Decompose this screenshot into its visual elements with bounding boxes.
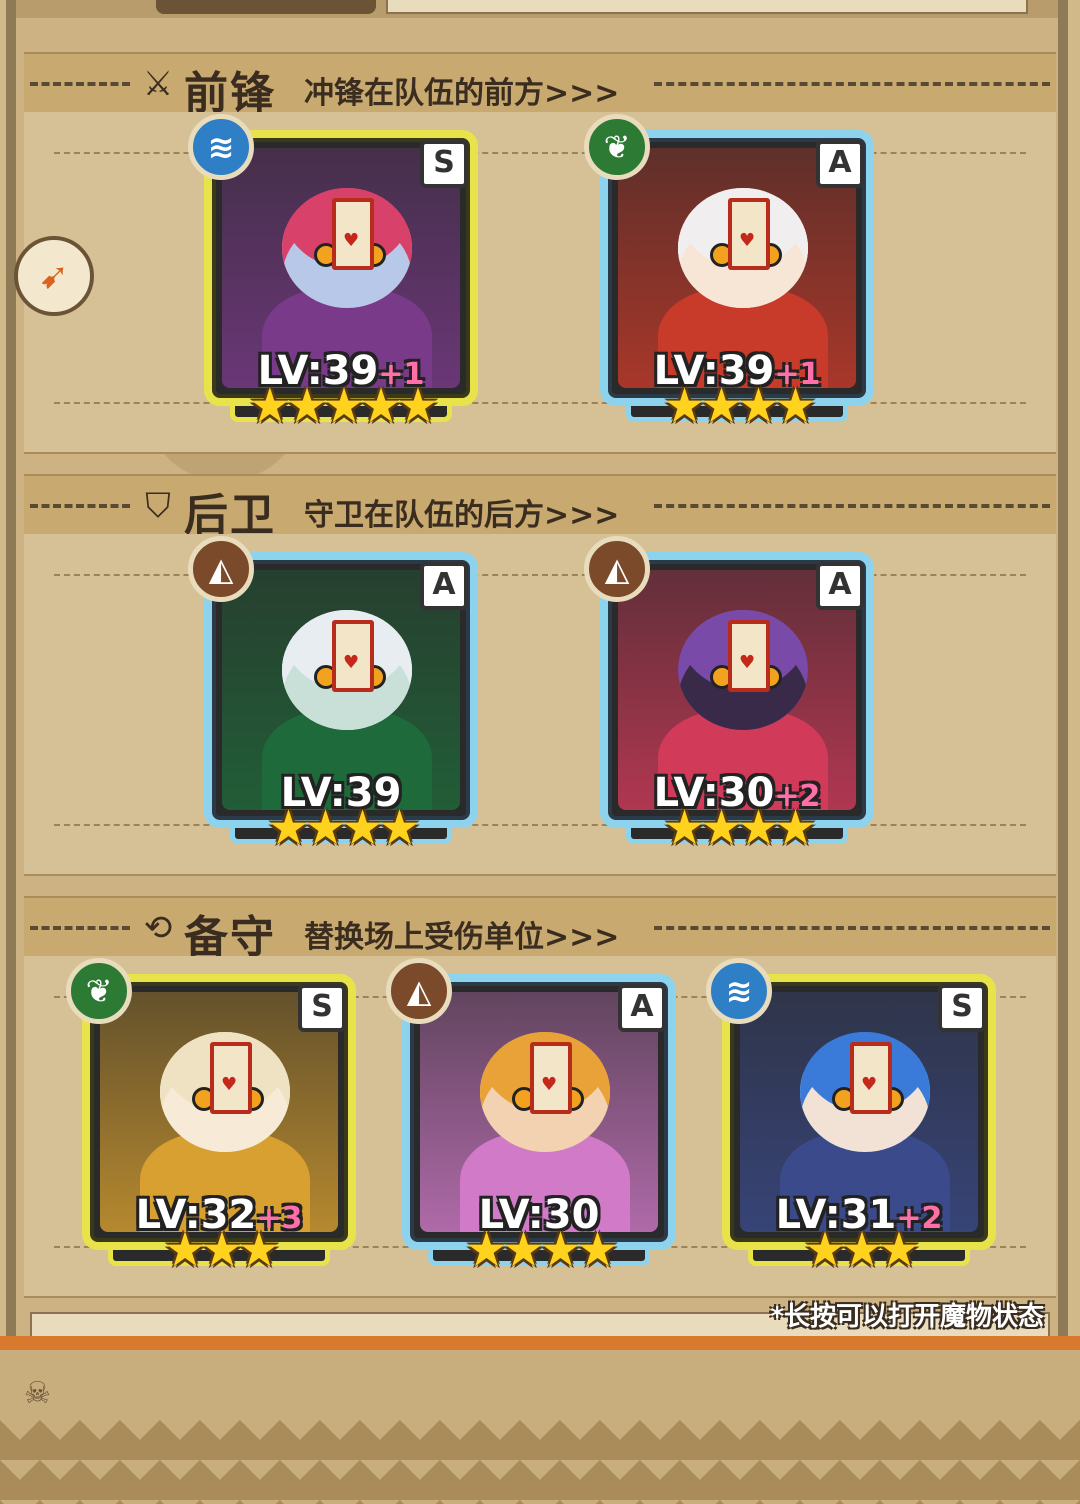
divider (654, 82, 1050, 86)
divider (30, 82, 130, 86)
card-frame: A LV:30 (402, 974, 676, 1250)
shield-icon: ⛉ (145, 486, 171, 526)
rank-badge: A (816, 562, 864, 610)
dash-line (54, 402, 1026, 404)
section-header-reserve: ⟲ 备守 替换场上受伤单位>>> (24, 896, 1056, 963)
monster-card[interactable]: A LV:39+1 ❦ ★★★★ (584, 114, 874, 440)
divider (30, 504, 130, 508)
mountain-icon: ◭ (584, 536, 650, 602)
zigzag-edge (0, 1420, 1080, 1504)
star-rating: ★★★★★ (248, 378, 439, 434)
card-frame: A LV:30+2 (600, 552, 874, 828)
mountain-icon: ◭ (386, 958, 452, 1024)
rank-badge: S (420, 140, 468, 188)
section-subtitle: 冲锋在队伍的前方>>> (304, 76, 620, 111)
star-rating: ★★★ (803, 1222, 920, 1278)
card-frame: S LV:31+2 (722, 974, 996, 1250)
monster-card[interactable]: A LV:30 ◭ ★★★★ (386, 958, 676, 1284)
card-frame: A LV:39 (204, 552, 478, 828)
card-frame: A LV:39+1 (600, 130, 874, 406)
monster-card[interactable]: S LV:39+1 ≋ ★★★★★ (188, 114, 478, 440)
seal-talisman-icon (332, 620, 374, 692)
leaf-icon: ❦ (584, 114, 650, 180)
star-rating: ★★★ (163, 1222, 280, 1278)
water-icon: ≋ (706, 958, 772, 1024)
section-subtitle: 替换场上受伤单位>>> (304, 920, 620, 955)
row-rearguard (24, 534, 1056, 876)
bottom-panel: ☠ (0, 1336, 1080, 1504)
monster-card[interactable]: S LV:32+3 ❦ ★★★ (66, 958, 356, 1284)
seal-talisman-icon (332, 198, 374, 270)
swap-icon: ⟲ (143, 908, 173, 948)
seal-talisman-icon (850, 1042, 892, 1114)
leaf-icon: ❦ (66, 958, 132, 1024)
top-tab (156, 0, 376, 14)
dash-line (54, 824, 1026, 826)
sword-icon: ⚔ (142, 64, 174, 104)
rank-badge: A (816, 140, 864, 188)
rank-badge: S (298, 984, 346, 1032)
monster-card[interactable]: A LV:30+2 ◭ ★★★★ (584, 536, 874, 862)
divider (654, 504, 1050, 508)
rank-badge: A (618, 984, 666, 1032)
star-rating: ★★★★ (662, 800, 817, 856)
star-rating: ★★★★ (464, 1222, 619, 1278)
side-menu-button[interactable]: ➹ (14, 236, 94, 316)
divider (654, 926, 1050, 930)
top-bar (386, 0, 1028, 14)
long-press-hint: *长按可以打开魔物状态 (770, 1302, 1044, 1332)
star-rating: ★★★★ (266, 800, 421, 856)
rank-badge: S (938, 984, 986, 1032)
section-header-vanguard: ⚔ 前锋 冲锋在队伍的前方>>> (24, 52, 1056, 119)
rank-badge: A (420, 562, 468, 610)
seal-talisman-icon (728, 620, 770, 692)
monster-card[interactable]: S LV:31+2 ≋ ★★★ (706, 958, 996, 1284)
section-subtitle: 守卫在队伍的后方>>> (304, 498, 620, 533)
section-header-rearguard: ⛉ 后卫 守卫在队伍的后方>>> (24, 474, 1056, 541)
back-arrow-icon: ➹ (38, 255, 70, 297)
mountain-icon: ◭ (188, 536, 254, 602)
seal-talisman-icon (530, 1042, 572, 1114)
water-icon: ≋ (188, 114, 254, 180)
seal-talisman-icon (210, 1042, 252, 1114)
star-rating: ★★★★ (662, 378, 817, 434)
monster-card[interactable]: A LV:39 ◭ ★★★★ (188, 536, 478, 862)
card-frame: S LV:39+1 (204, 130, 478, 406)
divider (30, 926, 130, 930)
seal-talisman-icon (728, 198, 770, 270)
row-vanguard (24, 112, 1056, 454)
skull-icon: ☠ (24, 1376, 51, 1411)
card-frame: S LV:32+3 (82, 974, 356, 1250)
